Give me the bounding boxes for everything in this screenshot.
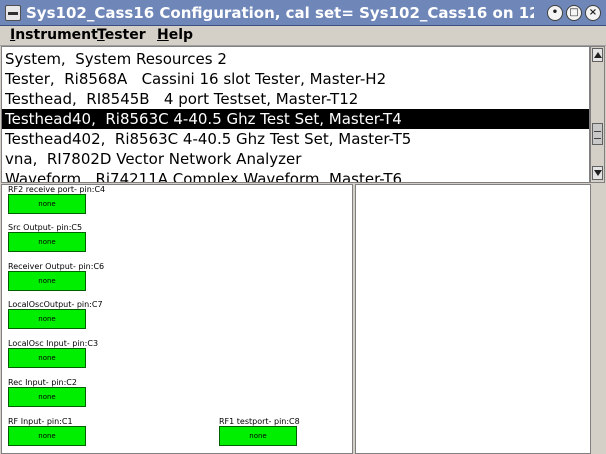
pin-label: RF1 testport- pin:C8 xyxy=(219,417,300,426)
pin-button[interactable]: none xyxy=(8,348,86,368)
pin-label: RF2 receive port- pin:C4 xyxy=(8,185,106,194)
pin-label: RF Input- pin:C1 xyxy=(8,417,73,426)
menu-tester[interactable]: Tester xyxy=(97,27,146,43)
window-title: Sys102_Cass16 Configuration, cal set= Sy… xyxy=(26,4,534,22)
list-item-selected[interactable]: Testhead40, Ri8563C 4-40.5 Ghz Test Set,… xyxy=(2,109,589,129)
list-item[interactable]: Waveform, Ri74211A Complex Waveform, Mas… xyxy=(2,169,589,182)
scroll-thumb[interactable] xyxy=(592,123,603,145)
pin-button[interactable]: none xyxy=(8,387,86,407)
close-button[interactable]: × xyxy=(585,5,601,21)
list-item[interactable]: System, System Resources 2 xyxy=(2,49,589,69)
pin-button[interactable]: none xyxy=(8,194,86,214)
window-menu-icon[interactable] xyxy=(5,5,21,21)
pin-button[interactable]: none xyxy=(8,309,86,329)
minimize-button[interactable]: • xyxy=(547,5,563,21)
menu-instrument[interactable]: Instrument xyxy=(10,27,98,43)
title-bar[interactable]: Sys102_Cass16 Configuration, cal set= Sy… xyxy=(0,0,606,26)
instrument-list[interactable]: System, System Resources 2 Tester, Ri856… xyxy=(1,46,590,183)
scroll-down-icon[interactable] xyxy=(592,166,603,180)
maximize-button[interactable]: □ xyxy=(566,5,582,21)
menu-bar: Instrument Tester Help xyxy=(0,26,606,46)
pin-button[interactable]: none xyxy=(219,426,297,446)
pin-label: Rec Input- pin:C2 xyxy=(8,378,77,387)
pin-label: Src Output- pin:C5 xyxy=(8,223,83,232)
detail-panel xyxy=(355,184,591,454)
scroll-up-icon[interactable] xyxy=(592,48,603,62)
list-item[interactable]: Testhead, RI8545B 4 port Testset, Master… xyxy=(2,89,589,109)
pin-button[interactable]: none xyxy=(8,232,86,252)
pin-panel: RF2 receive port- pin:C4 none Src Output… xyxy=(1,184,353,454)
pin-button[interactable]: none xyxy=(8,271,86,291)
menu-help[interactable]: Help xyxy=(157,27,193,43)
list-item[interactable]: Testhead402, Ri8563C 4-40.5 Ghz Test Set… xyxy=(2,129,589,149)
list-scrollbar[interactable] xyxy=(590,46,605,183)
list-item[interactable]: Tester, Ri8568A Cassini 16 slot Tester, … xyxy=(2,69,589,89)
list-item[interactable]: vna, RI7802D Vector Network Analyzer xyxy=(2,149,589,169)
pin-button[interactable]: none xyxy=(8,426,86,446)
pin-label: LocalOsc Input- pin:C3 xyxy=(8,339,99,348)
pin-label: LocalOscOutput- pin:C7 xyxy=(8,300,103,309)
pin-label: Receiver Output- pin:C6 xyxy=(8,262,105,271)
